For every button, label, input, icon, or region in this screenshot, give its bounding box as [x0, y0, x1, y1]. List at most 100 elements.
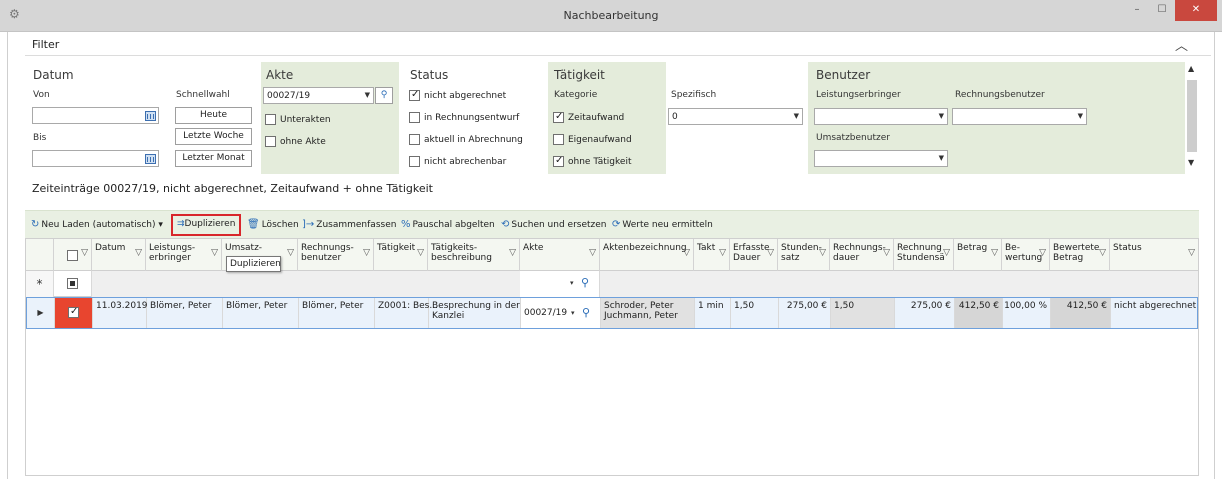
col-betrag[interactable]: Betrag ▽ [954, 239, 1002, 271]
select-all-checkbox[interactable] [67, 250, 78, 261]
col-leistungserbringer[interactable]: Leistungs-erbringer ▽ [146, 239, 222, 271]
filter-funnel-icon[interactable]: ▽ [589, 248, 596, 258]
status-aktuell-checkbox[interactable] [409, 134, 420, 145]
col-datum[interactable]: Datum ▽ [92, 239, 146, 271]
filter-funnel-icon[interactable]: ▽ [81, 248, 88, 258]
filter-funnel-icon[interactable]: ▽ [767, 248, 774, 258]
rechnungsbenutzer-select[interactable]: ▼ [952, 108, 1087, 125]
table-row[interactable]: ▶ 11.03.2019 Blömer, Peter Blömer, Peter… [26, 297, 1198, 329]
cell-erfasste-dauer[interactable]: 1,50 [731, 298, 779, 328]
ohne-akte-checkbox[interactable] [265, 136, 276, 147]
col-bewertung[interactable]: Be-wertung ▽ [1002, 239, 1050, 271]
letzter-monat-button[interactable]: Letzter Monat [175, 150, 252, 167]
duplizieren-button[interactable]: ⇉Duplizieren [171, 214, 241, 236]
new-row[interactable]: * ▾ ⚲ [26, 271, 1198, 297]
new-row-select[interactable] [54, 271, 92, 297]
cell-umsatz[interactable]: Blömer, Peter [223, 298, 299, 328]
cell-datum[interactable]: 11.03.2019 [93, 298, 148, 328]
col-akte[interactable]: Akte ▽ [520, 239, 600, 271]
filter-funnel-icon[interactable]: ▽ [683, 248, 690, 258]
werte-neu-button[interactable]: ⟳ Werte neu ermitteln [612, 219, 713, 230]
filter-funnel-icon[interactable]: ▽ [417, 248, 424, 258]
filter-funnel-icon[interactable]: ▽ [509, 248, 516, 258]
chevron-down-icon[interactable]: ▾ [571, 309, 575, 317]
col-rechnungsbenutzer[interactable]: Rechnungs-benutzer ▽ [298, 239, 374, 271]
cell-stundensatz[interactable]: 275,00 € [779, 298, 831, 328]
filter-funnel-icon[interactable]: ▽ [287, 248, 294, 258]
col-rechnungsdauer[interactable]: Rechnungs-dauer ▽ [830, 239, 894, 271]
cell-takt[interactable]: 1 min [695, 298, 731, 328]
pauschal-button[interactable]: % Pauschal abgelten [401, 219, 495, 230]
cell-leistungserbringer[interactable]: Blömer, Peter [147, 298, 223, 328]
akte-search-button[interactable]: ⚲ [375, 87, 393, 104]
col-stundensatz[interactable]: Stunden-satz ▽ [778, 239, 830, 271]
zusammenfassen-button[interactable]: ]→ Zusammenfassen [302, 219, 396, 230]
status-rechnungsentwurf-checkbox[interactable] [409, 112, 420, 123]
filter-funnel-icon[interactable]: ▽ [211, 248, 218, 258]
filter-header[interactable]: Filter ︿ [25, 31, 1211, 56]
row-checkbox[interactable] [68, 306, 79, 318]
filter-funnel-icon[interactable]: ▽ [1039, 248, 1046, 258]
filter-funnel-icon[interactable]: ▽ [135, 248, 142, 258]
status-nicht-abrechenbar-checkbox[interactable] [409, 156, 420, 167]
scroll-up-icon[interactable]: ▲ [1188, 64, 1194, 73]
spezifisch-select[interactable]: 0 ▼ [668, 108, 803, 125]
calendar-icon[interactable] [145, 154, 156, 164]
cell-betrag[interactable]: 412,50 € [955, 298, 1003, 328]
zeitaufwand-checkbox[interactable] [553, 111, 564, 123]
col-erfasste-dauer[interactable]: Erfasste Dauer ▽ [730, 239, 778, 271]
leistungserbringer-select[interactable]: ▼ [814, 108, 948, 125]
letzte-woche-button[interactable]: Letzte Woche [175, 128, 252, 145]
calendar-icon[interactable] [145, 111, 156, 121]
cell-bewertung[interactable]: 100,00 % [1003, 298, 1051, 328]
col-takt[interactable]: Takt ▽ [694, 239, 730, 271]
cell-rechnungsstundensatz[interactable]: 275,00 € [895, 298, 955, 328]
cell-rechnungsdauer[interactable]: 1,50 [831, 298, 895, 328]
filter-funnel-icon[interactable]: ▽ [943, 248, 950, 258]
filter-funnel-icon[interactable]: ▽ [1188, 248, 1195, 258]
suchen-ersetzen-button[interactable]: ⟲ Suchen und ersetzen [501, 219, 607, 230]
bis-date-input[interactable] [32, 150, 159, 167]
cell-beschreibung[interactable]: Besprechung in der Kanzlei [429, 298, 521, 328]
close-button[interactable]: ✕ [1175, 0, 1217, 21]
chevron-up-icon[interactable]: ︿ [1175, 35, 1188, 54]
cell-taetigkeit[interactable]: Z0001: Bes... [375, 298, 438, 328]
scroll-down-icon[interactable]: ▼ [1188, 158, 1194, 167]
search-icon[interactable]: ⚲ [582, 306, 590, 319]
filter-funnel-icon[interactable]: ▽ [1099, 248, 1106, 258]
filter-funnel-icon[interactable]: ▽ [883, 248, 890, 258]
filter-funnel-icon[interactable]: ▽ [819, 248, 826, 258]
filter-funnel-icon[interactable]: ▽ [991, 248, 998, 258]
col-bewertete-betrag[interactable]: Bewertete Betrag ▽ [1050, 239, 1110, 271]
select-all-header[interactable]: ▽ [54, 239, 92, 271]
ohne-taetigkeit-checkbox[interactable] [553, 155, 564, 167]
unterakten-checkbox[interactable] [265, 114, 276, 125]
col-taetigkeit[interactable]: Tätigkeit ▽ [374, 239, 428, 271]
cell-status[interactable]: nicht abgerechnet [1111, 298, 1197, 328]
chevron-down-icon[interactable]: ▾ [570, 279, 574, 287]
eigenaufwand-checkbox[interactable] [553, 134, 564, 145]
col-aktenbezeichnung[interactable]: Aktenbezeichnung ▽ [600, 239, 694, 271]
akte-select[interactable]: 00027/19 ▼ [263, 87, 374, 104]
row-select-cell[interactable] [55, 298, 93, 328]
cell-aktenbezeichnung[interactable]: Schroder, Peter Juchmann, Peter [601, 298, 695, 328]
neu-laden-button[interactable]: ↻ Neu Laden (automatisch) ▾ [31, 219, 163, 230]
cell-bewertete-betrag[interactable]: 412,50 € [1051, 298, 1111, 328]
new-row-akte-cell[interactable]: ▾ ⚲ [520, 271, 600, 297]
cell-akte[interactable]: 00027/19 ▾ ⚲ [521, 298, 601, 328]
scrollbar-thumb[interactable] [1187, 80, 1197, 152]
col-beschreibung[interactable]: Tätigkeits-beschreibung ▽ [428, 239, 520, 271]
search-icon[interactable]: ⚲ [581, 276, 589, 289]
filter-scrollbar[interactable]: ▲ ▼ [1186, 62, 1198, 174]
minimize-button[interactable]: – [1124, 0, 1150, 21]
col-rechnungsstundensatz[interactable]: Rechnung Stundensä ▽ [894, 239, 954, 271]
von-date-input[interactable] [32, 107, 159, 124]
chevron-down-icon[interactable]: ▾ [158, 220, 163, 230]
filter-funnel-icon[interactable]: ▽ [363, 248, 370, 258]
status-nicht-abgerechnet-checkbox[interactable] [409, 89, 420, 101]
filter-funnel-icon[interactable]: ▽ [719, 248, 726, 258]
loeschen-button[interactable]: 🗑 Löschen [247, 219, 299, 230]
umsatzbenutzer-select[interactable]: ▼ [814, 150, 948, 167]
maximize-button[interactable]: ☐ [1149, 0, 1175, 21]
col-status[interactable]: Status ▽ [1110, 239, 1198, 271]
